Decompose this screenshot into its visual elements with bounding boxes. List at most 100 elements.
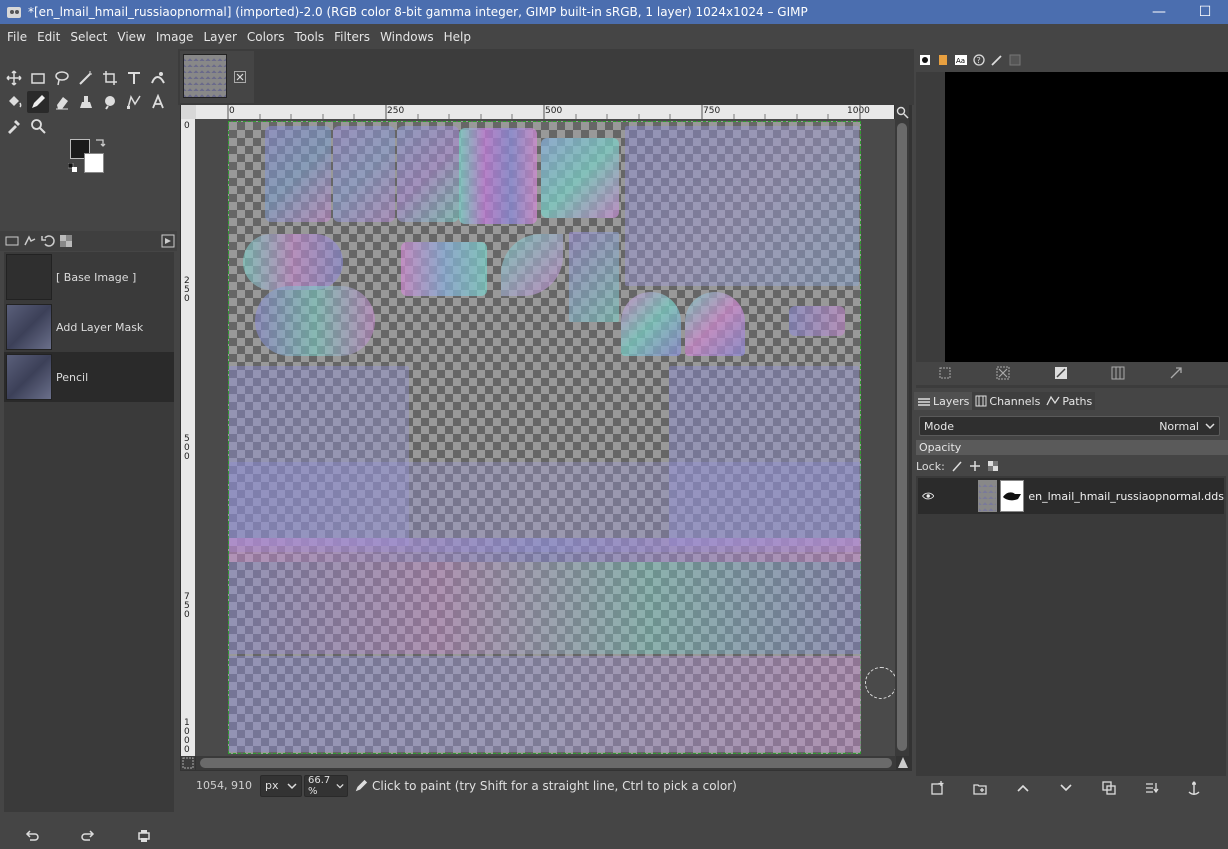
image-canvas[interactable] — [228, 121, 861, 754]
horizontal-ruler[interactable]: 0 250 500 750 1000 — [196, 105, 894, 119]
image-tab-strip — [178, 49, 914, 105]
rect-select-icon[interactable] — [27, 67, 49, 89]
duplicate-layer-icon[interactable] — [1101, 780, 1117, 796]
zoom-tool-icon[interactable] — [27, 115, 49, 137]
transform-icon[interactable] — [123, 67, 145, 89]
menu-filters[interactable]: Filters — [329, 25, 375, 49]
menu-edit[interactable]: Edit — [32, 25, 65, 49]
new-layer-group-icon[interactable] — [972, 780, 988, 796]
clear-history-icon[interactable] — [136, 828, 152, 844]
menu-windows[interactable]: Windows — [375, 25, 439, 49]
smudge-icon[interactable] — [99, 91, 121, 113]
menu-view[interactable]: View — [112, 25, 150, 49]
pencil-tool-icon[interactable] — [27, 91, 49, 113]
color-picker-icon[interactable] — [3, 115, 25, 137]
lock-position-icon[interactable] — [969, 460, 981, 472]
tab-layers[interactable]: Layers — [914, 392, 973, 410]
lock-label: Lock: — [916, 459, 945, 473]
patterns-tab-icon[interactable] — [934, 51, 952, 69]
shrink-wrap-icon[interactable] — [1111, 366, 1125, 380]
merge-layer-icon[interactable] — [1144, 780, 1160, 796]
new-layer-icon[interactable] — [930, 780, 946, 796]
unit-value: px — [265, 779, 279, 792]
texture-patch — [229, 656, 861, 752]
lock-pixels-icon[interactable] — [951, 460, 963, 472]
tab-channels[interactable]: Channels — [972, 392, 1044, 410]
zoom-fit-icon[interactable] — [1054, 366, 1068, 380]
undo-item-pencil[interactable]: Pencil — [4, 352, 174, 402]
device-status-tab-icon[interactable] — [22, 233, 38, 249]
eraser-icon[interactable] — [51, 91, 73, 113]
undo-item-add-layer-mask[interactable]: Add Layer Mask — [4, 302, 174, 352]
navigate-icon[interactable] — [896, 756, 910, 770]
zoom-out-icon[interactable] — [938, 366, 952, 380]
lower-layer-icon[interactable] — [1058, 780, 1074, 796]
text-tool-icon[interactable] — [147, 91, 169, 113]
menu-tools[interactable]: Tools — [290, 25, 330, 49]
background-color-swatch[interactable] — [84, 153, 104, 173]
crop-icon[interactable] — [99, 67, 121, 89]
scroll-thumb[interactable] — [897, 123, 907, 751]
layer-thumbnail[interactable] — [978, 480, 998, 512]
help-tab-icon[interactable]: ? — [970, 51, 988, 69]
unit-selector[interactable]: px — [260, 774, 302, 797]
tool-options-tab-icon[interactable] — [4, 233, 20, 249]
menu-select[interactable]: Select — [65, 25, 112, 49]
navigation-tab-icon[interactable] — [1006, 51, 1024, 69]
vertical-ruler[interactable]: 0 2 5 0 5 0 0 7 5 0 1 0 0 0 — [181, 119, 195, 756]
dock-separator[interactable] — [916, 385, 1228, 388]
swap-colors-icon[interactable] — [94, 137, 106, 149]
fonts-tab-icon[interactable]: Aa — [952, 51, 970, 69]
zoom-to-window-icon[interactable] — [895, 105, 909, 119]
lock-alpha-icon[interactable] — [987, 460, 999, 472]
horizontal-scrollbar[interactable] — [196, 756, 896, 770]
navigation-preview[interactable] — [945, 72, 1228, 362]
zoom-in-icon[interactable] — [996, 366, 1010, 380]
eye-icon[interactable] — [922, 489, 935, 503]
move-tool-icon[interactable] — [3, 67, 25, 89]
lasso-icon[interactable] — [51, 67, 73, 89]
undo-item-base-image[interactable]: [ Base Image ] — [4, 252, 174, 302]
paint-dynamics-tab-icon[interactable] — [988, 51, 1006, 69]
fit-image-icon[interactable] — [1169, 366, 1183, 380]
clone-icon[interactable] — [75, 91, 97, 113]
bucket-fill-icon[interactable] — [3, 91, 25, 113]
raise-layer-icon[interactable] — [1015, 780, 1031, 796]
menu-image[interactable]: Image — [151, 25, 199, 49]
fuzzy-select-icon[interactable] — [75, 67, 97, 89]
menu-file[interactable]: File — [2, 25, 32, 49]
tab-paths[interactable]: Paths — [1043, 392, 1096, 410]
ruler-ticks — [227, 105, 861, 119]
image-tab[interactable] — [180, 51, 254, 103]
brushes-tab-icon[interactable] — [916, 51, 934, 69]
channels-icon — [975, 395, 987, 407]
undo-icon[interactable] — [24, 828, 40, 844]
canvas-viewport[interactable] — [195, 119, 895, 756]
paths-icon[interactable] — [123, 91, 145, 113]
warp-icon[interactable] — [147, 67, 169, 89]
menu-layer[interactable]: Layer — [198, 25, 241, 49]
close-icon[interactable] — [234, 71, 246, 83]
scroll-thumb[interactable] — [200, 758, 892, 768]
reset-colors-icon[interactable] — [68, 163, 78, 173]
dock-menu-icon[interactable] — [160, 233, 176, 249]
quick-mask-toggle[interactable] — [181, 756, 195, 770]
layer-mode-select[interactable]: Mode Normal — [919, 416, 1220, 436]
navigation-panel-left — [916, 72, 945, 362]
menu-help[interactable]: Help — [439, 25, 476, 49]
layer-mask-thumbnail[interactable] — [1000, 480, 1025, 512]
minimize-button[interactable]: — — [1136, 0, 1182, 24]
anchor-layer-icon[interactable] — [1186, 780, 1202, 796]
redo-icon[interactable] — [80, 828, 96, 844]
zoom-selector[interactable]: 66.7 % — [304, 774, 348, 797]
maximize-button[interactable]: ☐ — [1182, 0, 1228, 24]
pencil-icon — [355, 779, 368, 791]
layers-actions — [914, 776, 1228, 800]
layer-opacity-slider[interactable]: Opacity — [916, 440, 1228, 455]
undo-history-tab-icon[interactable] — [40, 233, 56, 249]
ruler-tick-label: 5 0 0 — [184, 434, 190, 462]
images-tab-icon[interactable] — [58, 233, 74, 249]
vertical-scrollbar[interactable] — [895, 119, 909, 756]
layer-row[interactable]: en_lmail_hmail_russiaopnormal.dds — [918, 478, 1224, 514]
menu-colors[interactable]: Colors — [242, 25, 290, 49]
